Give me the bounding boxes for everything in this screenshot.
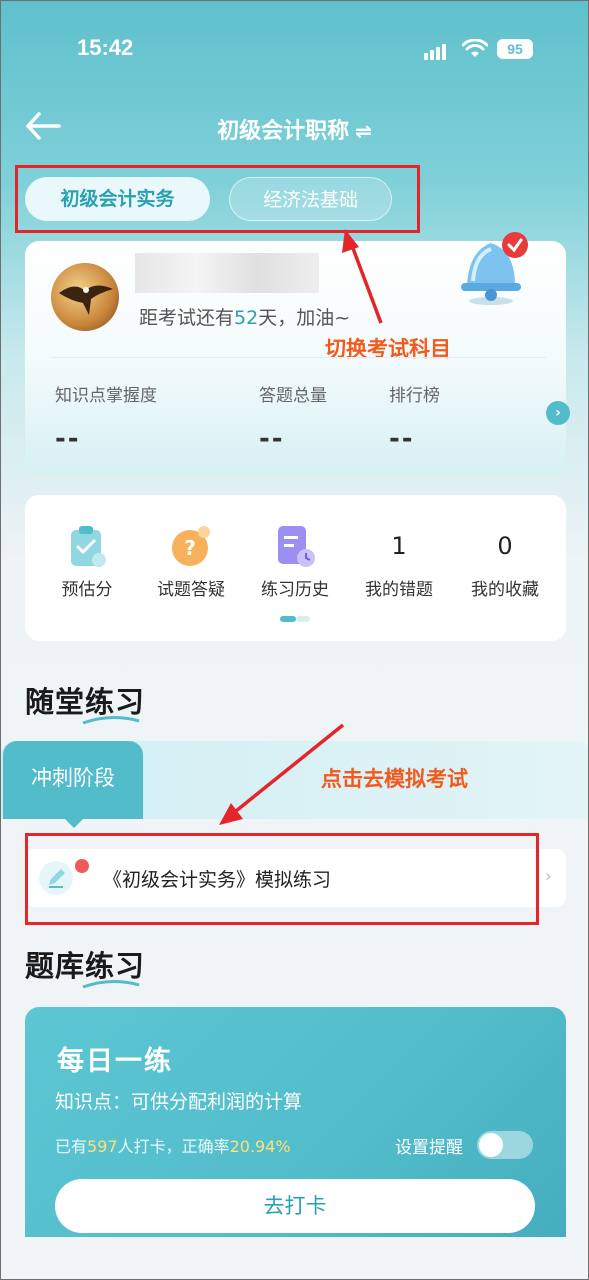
username-blurred — [135, 253, 319, 293]
daily-knowledge-point: 知识点：可供分配利润的计算 — [55, 1091, 303, 1113]
annotation-box-tabs — [15, 165, 420, 233]
question-bubble-icon: ? — [172, 526, 210, 566]
nav-bar: 初级会计职称 ⇌ — [1, 105, 588, 149]
svg-text:?: ? — [184, 536, 196, 560]
shortcut-question-help[interactable]: ? 试题答疑 — [139, 523, 243, 600]
page-title[interactable]: 初级会计职称 ⇌ — [1, 113, 588, 145]
swap-icon: ⇌ — [355, 119, 372, 143]
swoosh-decoration — [82, 980, 140, 989]
stat-mastery[interactable]: 知识点掌握度 -- — [55, 381, 157, 454]
annotation-switch-subject: 切换考试科目 — [325, 337, 451, 361]
document-clock-icon — [278, 526, 315, 567]
shortcut-practice-history[interactable]: 练习历史 — [243, 523, 347, 600]
wrong-count: 1 — [391, 532, 407, 560]
avatar[interactable] — [51, 263, 119, 331]
stat-ranking[interactable]: 排行榜 -- — [389, 381, 440, 454]
page-title-text: 初级会计职称 — [217, 119, 350, 144]
swoosh-decoration — [82, 716, 140, 725]
page-indicator — [280, 616, 310, 622]
shortcut-wrong-questions[interactable]: 1 我的错题 — [347, 523, 451, 600]
chevron-right-icon[interactable]: › — [546, 401, 570, 425]
shortcut-estimate-score[interactable]: 预估分 — [35, 523, 139, 600]
section-title-bank: 题库练习 — [25, 943, 145, 989]
clipboard-chart-icon — [71, 526, 106, 567]
battery-indicator: 95 — [497, 39, 533, 59]
bell-icon — [461, 232, 528, 305]
daily-practice-card: 每日一练 知识点：可供分配利润的计算 已有597人打卡，正确率20.94% 设置… — [25, 1007, 566, 1237]
tab-sprint-stage[interactable]: 冲刺阶段 — [3, 741, 143, 819]
wifi-icon — [462, 39, 488, 57]
exam-countdown: 距考试还有52天，加油~ — [139, 307, 351, 329]
remind-toggle[interactable] — [477, 1131, 533, 1159]
annotation-go-mock: 点击去模拟考试 — [321, 767, 468, 791]
annotation-box-mock — [25, 833, 539, 925]
daily-stats: 已有597人打卡，正确率20.94% — [55, 1137, 291, 1156]
section-title-classroom: 随堂练习 — [25, 679, 145, 725]
divider — [51, 357, 546, 358]
shortcut-card: 预估分 ? 试题答疑 练习历史 1 我的错题 0 我的收藏 — [25, 495, 566, 641]
remind-label: 设置提醒 — [395, 1138, 463, 1158]
eagle-image — [59, 285, 113, 315]
app-screen: 15:42 95 初级会计职称 ⇌ 初级会计实务 经济法基础 距考试还有52天，… — [0, 0, 589, 1280]
chevron-right-icon: › — [544, 866, 552, 887]
checkin-button[interactable]: 去打卡 — [55, 1179, 535, 1233]
daily-title: 每日一练 — [57, 1046, 173, 1077]
favorites-count: 0 — [497, 532, 513, 560]
status-time: 15:42 — [77, 35, 134, 60]
shortcut-favorites[interactable]: 0 我的收藏 — [453, 523, 557, 600]
countdown-days: 52 — [234, 307, 259, 329]
signal-icon — [424, 41, 448, 60]
status-bar: 15:42 95 — [1, 31, 588, 71]
stat-total-answers[interactable]: 答题总量 -- — [259, 381, 327, 454]
